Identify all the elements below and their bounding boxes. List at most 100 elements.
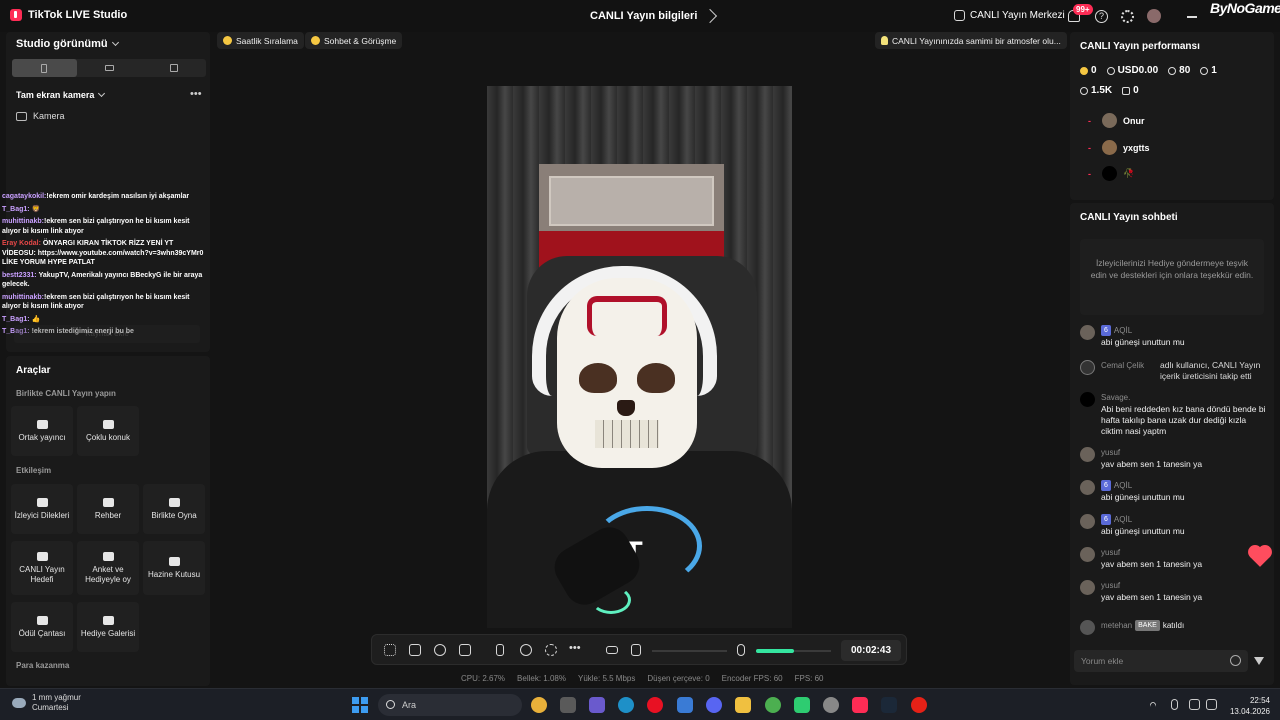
top-viewer[interactable]: - yxgtts <box>1088 140 1150 155</box>
discord-icon[interactable] <box>706 697 722 713</box>
capture-icon[interactable] <box>545 644 557 656</box>
chat-text: katıldı <box>1162 621 1185 630</box>
more-options-icon[interactable]: ••• <box>190 88 202 100</box>
chat-meet-pill[interactable]: Sohbet & Görüşme <box>305 32 403 49</box>
chat-name: Cemal Çelik <box>1101 361 1145 370</box>
chat-username[interactable]: yusuf <box>1101 580 1120 591</box>
stat-item: Yükle: 5.5 Mbps <box>578 674 635 683</box>
minimize-icon[interactable] <box>1187 16 1197 18</box>
network-icon[interactable] <box>1189 699 1200 710</box>
speaker-icon[interactable] <box>631 644 641 656</box>
top-viewer[interactable]: - Onur <box>1088 113 1145 128</box>
help-icon[interactable]: ? <box>1095 10 1108 23</box>
tool-tile[interactable]: Çoklu konuk <box>77 406 139 456</box>
chat-text: Abi beni reddeden kız bana döndü bende b… <box>1101 404 1266 436</box>
viewer-name: yxgtts <box>1123 142 1150 153</box>
windows-start-icon[interactable] <box>352 697 368 713</box>
chat-username[interactable]: 6 AQİL <box>1101 480 1132 491</box>
tray-mic-icon[interactable] <box>1171 699 1178 710</box>
teams-icon[interactable] <box>589 697 605 713</box>
edge-icon[interactable] <box>618 697 634 713</box>
chat-username[interactable]: 6 AQİL <box>1101 325 1132 336</box>
stat-item: CPU: 2.67% <box>461 674 505 683</box>
volume-slider[interactable] <box>652 650 727 652</box>
filter-icon[interactable] <box>1254 657 1264 665</box>
chrome-active-icon[interactable] <box>765 697 781 713</box>
settings-app-icon[interactable] <box>823 697 839 713</box>
hourly-ranking-pill[interactable]: Saatlik Sıralama <box>217 32 304 49</box>
microphone-icon[interactable] <box>737 644 745 656</box>
tool-tile[interactable]: İzleyici Dilekleri <box>11 484 73 534</box>
comment-input[interactable]: Yorum ekle <box>1074 650 1248 672</box>
live-info-title[interactable]: CANLI Yayın bilgileri <box>590 8 718 24</box>
chat-username[interactable]: yusuf <box>1101 447 1120 458</box>
play-together-icon <box>168 497 180 507</box>
share-icon[interactable] <box>703 8 718 24</box>
tool-tile[interactable]: Hazine Kutusu <box>143 541 205 595</box>
tool-tile[interactable]: Birlikte Oyna <box>143 484 205 534</box>
record-icon[interactable] <box>520 644 532 656</box>
folder-icon[interactable] <box>735 697 751 713</box>
tool-tile[interactable]: Anket ve Hediyeyle oy <box>77 541 139 595</box>
studio-view-dropdown[interactable]: Studio görünümü <box>16 38 119 50</box>
steam-icon[interactable] <box>881 697 897 713</box>
taskbar-search[interactable]: Ara <box>378 694 522 716</box>
tool-tile[interactable]: Ödül Çantası <box>11 602 73 652</box>
chat-username[interactable]: Savage. <box>1101 392 1130 403</box>
tool-tile[interactable]: Rehber <box>77 484 139 534</box>
orientation-toggle[interactable] <box>12 59 206 77</box>
opera-icon[interactable] <box>647 697 663 713</box>
stat-label: Düşen çerçeve: <box>647 674 703 683</box>
weather-widget[interactable]: 1 mm yağmur Cumartesi <box>12 693 81 713</box>
overlay-chat: cagataykokil:!ekrem omir kardeşim nasıls… <box>2 192 208 340</box>
tool-tile[interactable]: Ortak yayıncı <box>11 406 73 456</box>
tray-chevron-icon[interactable] <box>1148 700 1158 710</box>
chat-name: AQİL <box>1113 515 1133 524</box>
likes-stat: 1.5K <box>1080 85 1112 96</box>
ranking-icon <box>223 36 232 45</box>
ai-icon[interactable] <box>434 644 446 656</box>
source-dropdown[interactable]: Tam ekran kamera <box>16 89 106 100</box>
add-media-icon[interactable] <box>459 644 471 656</box>
level-badge: 6 <box>1101 514 1111 525</box>
performance-title: CANLI Yayın performansı <box>1080 41 1200 52</box>
mail-icon[interactable] <box>677 697 693 713</box>
effects-icon[interactable] <box>384 644 396 656</box>
chat-username[interactable]: yusuf <box>1101 547 1120 558</box>
chevron-down-icon <box>111 38 119 47</box>
dual-option[interactable] <box>141 59 206 77</box>
chat-name: yusuf <box>1101 581 1121 590</box>
chat-username[interactable]: metehan BAKE katıldı <box>1101 620 1184 631</box>
add-source-button[interactable]: Kaynak ekle <box>14 325 200 343</box>
tiktok-app-icon[interactable] <box>852 697 868 713</box>
tool-tile[interactable]: CANLI Yayın Hedefi <box>11 541 73 595</box>
treasure-icon <box>168 556 180 566</box>
phone-icon[interactable] <box>496 644 504 656</box>
settings-sliders-icon[interactable] <box>606 646 618 654</box>
chat-username[interactable]: 6 AQİL <box>1101 514 1132 525</box>
chrome-icon[interactable] <box>531 697 547 713</box>
level-badge: 6 <box>1101 480 1111 491</box>
tool-tile[interactable]: Hediye Galerisi <box>77 602 139 652</box>
youtube-icon[interactable] <box>911 697 927 713</box>
landscape-option[interactable] <box>77 59 142 77</box>
top-viewer[interactable]: - 🥀 <box>1088 166 1134 181</box>
screen-share-icon[interactable] <box>409 644 421 656</box>
volume-icon[interactable] <box>1206 699 1217 710</box>
store-icon[interactable] <box>560 697 576 713</box>
live-hub-button[interactable]: CANLI Yayın Merkezi <box>954 10 1065 21</box>
portrait-option[interactable] <box>12 59 77 77</box>
emoji-icon[interactable] <box>1230 655 1241 666</box>
avatar <box>1080 580 1095 595</box>
avatar <box>1080 447 1095 462</box>
poll-icon <box>102 551 114 561</box>
overlay-chat-user: muhittinakb: <box>2 293 44 301</box>
more-icon[interactable]: ••• <box>569 642 581 654</box>
clock[interactable]: 22:54 13.04.2026 <box>1226 695 1270 717</box>
avatar[interactable] <box>1147 9 1161 23</box>
gear-icon[interactable] <box>1121 10 1134 23</box>
followers-value: 1 <box>1211 65 1217 76</box>
tip-pill[interactable]: CANLI Yayınınızda samimi bir atmosfer ol… <box>875 32 1067 49</box>
camera-source-item[interactable]: Kamera <box>16 111 65 121</box>
app-icon[interactable] <box>794 697 810 713</box>
